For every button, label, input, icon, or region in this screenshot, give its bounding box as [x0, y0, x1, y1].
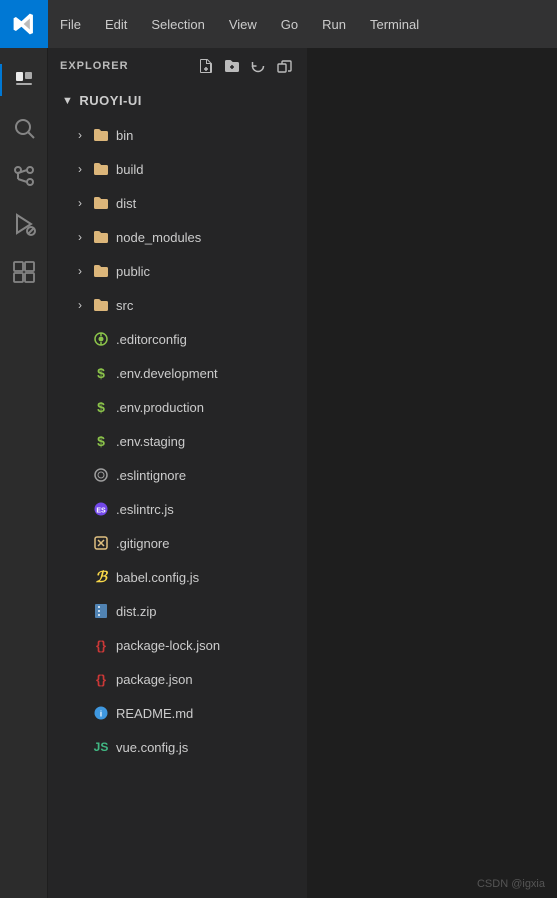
- menu-view[interactable]: View: [217, 0, 269, 48]
- chevron-right-icon: ›: [72, 127, 88, 143]
- svg-text:ES: ES: [96, 508, 106, 515]
- list-item[interactable]: › bin: [48, 118, 307, 152]
- babel-icon: ℬ: [92, 568, 110, 586]
- list-item[interactable]: › JS vue.config.js: [48, 730, 307, 764]
- activity-search[interactable]: [0, 104, 48, 152]
- explorer-header: EXPLORER: [48, 48, 307, 83]
- list-item[interactable]: › $ .env.staging: [48, 424, 307, 458]
- menu-selection[interactable]: Selection: [139, 0, 216, 48]
- chevron-right-icon: ›: [72, 195, 88, 211]
- item-name: public: [116, 264, 150, 279]
- item-name: .env.development: [116, 366, 218, 381]
- folder-icon: [92, 160, 110, 178]
- menu-bar: File Edit Selection View Go Run Terminal: [48, 0, 557, 48]
- activity-extensions[interactable]: [0, 248, 48, 296]
- pkglock-icon: {}: [92, 636, 110, 654]
- vue-icon: JS: [92, 738, 110, 756]
- item-name: package.json: [116, 672, 193, 687]
- chevron-right-icon: ›: [72, 297, 88, 313]
- menu-go[interactable]: Go: [269, 0, 310, 48]
- menu-file[interactable]: File: [48, 0, 93, 48]
- readme-icon: i: [92, 704, 110, 722]
- item-name: bin: [116, 128, 133, 143]
- list-item[interactable]: › src: [48, 288, 307, 322]
- list-item[interactable]: › .eslintignore: [48, 458, 307, 492]
- item-name: babel.config.js: [116, 570, 199, 585]
- list-item[interactable]: › .gitignore: [48, 526, 307, 560]
- list-item[interactable]: › $ .env.development: [48, 356, 307, 390]
- editorconfig-icon: [92, 330, 110, 348]
- list-item[interactable]: › {} package-lock.json: [48, 628, 307, 662]
- list-item[interactable]: › ℬ babel.config.js: [48, 560, 307, 594]
- folder-icon: [92, 262, 110, 280]
- watermark: CSDN @igxia: [477, 878, 545, 890]
- item-name: src: [116, 298, 133, 313]
- vscode-logo: [0, 0, 48, 48]
- env-prod-icon: $: [92, 398, 110, 416]
- folder-icon: [92, 126, 110, 144]
- collapse-button[interactable]: [273, 55, 295, 77]
- list-item[interactable]: › public: [48, 254, 307, 288]
- list-item[interactable]: › i README.md: [48, 696, 307, 730]
- env-staging-icon: $: [92, 432, 110, 450]
- menu-terminal[interactable]: Terminal: [358, 0, 431, 48]
- refresh-button[interactable]: [247, 55, 269, 77]
- list-item[interactable]: › dist.zip: [48, 594, 307, 628]
- eslintignore-icon: [92, 466, 110, 484]
- sidebar: EXPLORER: [48, 48, 308, 898]
- item-name: .editorconfig: [116, 332, 187, 347]
- chevron-right-icon: ›: [72, 263, 88, 279]
- activity-source-control[interactable]: [0, 152, 48, 200]
- new-folder-button[interactable]: [221, 55, 243, 77]
- item-name: README.md: [116, 706, 193, 721]
- pkg-icon: {}: [92, 670, 110, 688]
- root-folder-header[interactable]: ▼ RUOYI-UI: [48, 83, 307, 118]
- list-item[interactable]: › node_modules: [48, 220, 307, 254]
- chevron-right-icon: ›: [72, 161, 88, 177]
- list-item[interactable]: › $ .env.production: [48, 390, 307, 424]
- titlebar: File Edit Selection View Go Run Terminal: [0, 0, 557, 48]
- item-name: build: [116, 162, 143, 177]
- root-folder-name: RUOYI-UI: [79, 93, 142, 108]
- item-name: .eslintignore: [116, 468, 186, 483]
- explorer-actions: [195, 55, 295, 77]
- eslintrc-icon: ES: [92, 500, 110, 518]
- list-item[interactable]: › dist: [48, 186, 307, 220]
- svg-text:i: i: [100, 710, 102, 719]
- item-name: .env.staging: [116, 434, 185, 449]
- activity-bar: [0, 48, 48, 898]
- list-item[interactable]: › {} package.json: [48, 662, 307, 696]
- zip-icon: [92, 602, 110, 620]
- folder-icon: [92, 194, 110, 212]
- explorer-title: EXPLORER: [60, 60, 129, 72]
- item-name: .eslintrc.js: [116, 502, 174, 517]
- gitignore-icon: [92, 534, 110, 552]
- folder-icon: [92, 296, 110, 314]
- item-name: node_modules: [116, 230, 201, 245]
- activity-run-debug[interactable]: [0, 200, 48, 248]
- activity-explorer[interactable]: [0, 56, 48, 104]
- menu-run[interactable]: Run: [310, 0, 358, 48]
- item-name: .env.production: [116, 400, 204, 415]
- file-tree: ▼ RUOYI-UI › bin ›: [48, 83, 307, 898]
- list-item[interactable]: › .editorconfig: [48, 322, 307, 356]
- item-name: vue.config.js: [116, 740, 188, 755]
- list-item[interactable]: › build: [48, 152, 307, 186]
- editor-area: CSDN @igxia: [308, 48, 557, 898]
- folder-icon: [92, 228, 110, 246]
- list-item[interactable]: › ES .eslintrc.js: [48, 492, 307, 526]
- chevron-right-icon: ›: [72, 229, 88, 245]
- new-file-button[interactable]: [195, 55, 217, 77]
- env-dev-icon: $: [92, 364, 110, 382]
- main-area: EXPLORER: [0, 48, 557, 898]
- item-name: dist.zip: [116, 604, 156, 619]
- item-name: package-lock.json: [116, 638, 220, 653]
- root-chevron: ▼: [62, 95, 73, 107]
- tree-root: ▼ RUOYI-UI › bin ›: [48, 83, 307, 764]
- menu-edit[interactable]: Edit: [93, 0, 139, 48]
- item-name: .gitignore: [116, 536, 169, 551]
- item-name: dist: [116, 196, 136, 211]
